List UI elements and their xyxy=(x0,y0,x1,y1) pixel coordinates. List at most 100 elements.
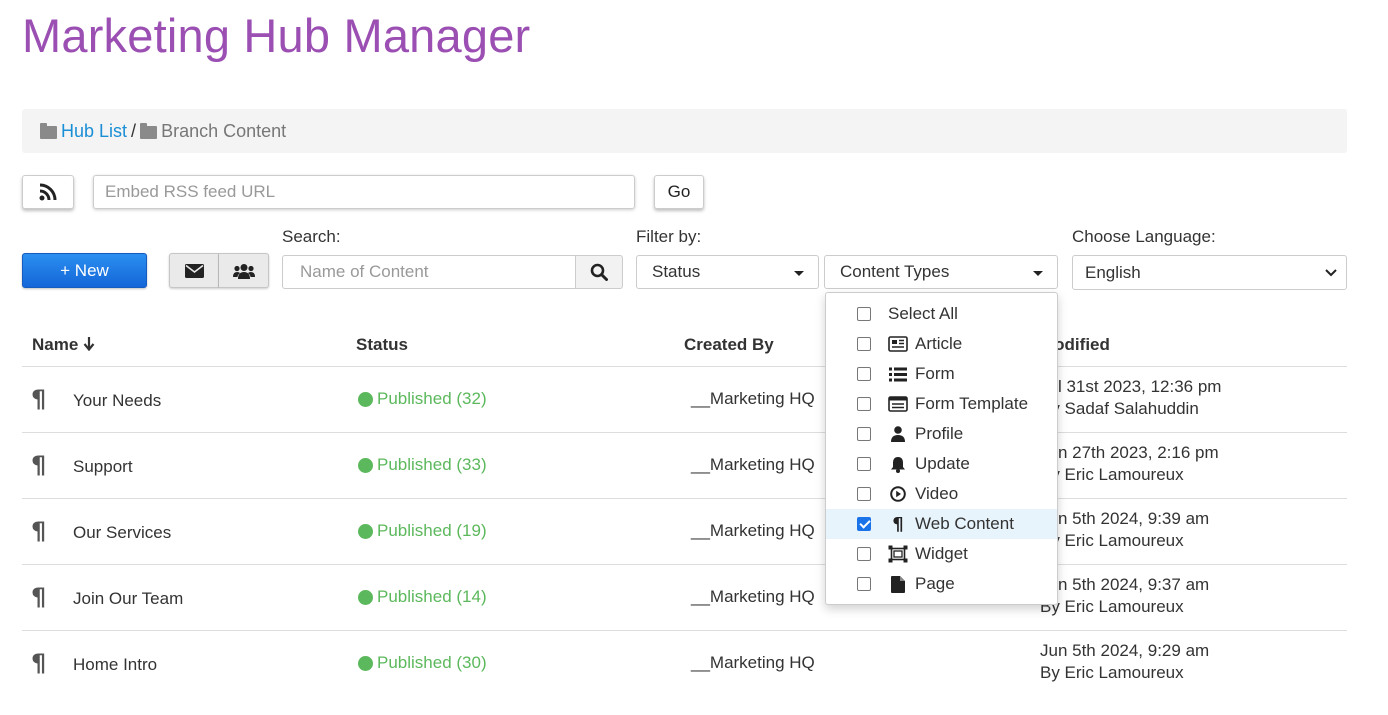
table-row[interactable]: ¶ Join Our Team Published (14) __Marketi… xyxy=(22,565,1347,631)
go-button[interactable]: Go xyxy=(654,175,704,209)
new-button[interactable]: + New xyxy=(22,253,147,288)
created-by: __Marketing HQ xyxy=(691,587,815,606)
status-dot-icon xyxy=(358,589,373,605)
table-row[interactable]: ¶ Your Needs Published (32) __Marketing … xyxy=(22,367,1347,433)
checkbox[interactable] xyxy=(857,367,871,381)
rss-icon xyxy=(39,183,57,201)
modified-date: Jun 5th 2024, 9:37 am xyxy=(1040,575,1210,594)
modified-date: Jun 5th 2024, 9:39 am xyxy=(1040,509,1210,528)
status-badge: Published (30) xyxy=(358,653,487,673)
column-header-name[interactable]: Name xyxy=(32,335,95,355)
checkbox[interactable] xyxy=(857,457,871,471)
checkbox[interactable] xyxy=(857,547,871,561)
paragraph-icon: ¶ xyxy=(31,517,47,545)
search-label: Search: xyxy=(282,227,341,246)
status-dot-icon xyxy=(358,457,373,473)
envelope-icon xyxy=(184,263,204,278)
bell-icon xyxy=(888,455,908,473)
search-input[interactable]: Name of Content xyxy=(282,255,576,289)
created-by: __Marketing HQ xyxy=(691,521,815,540)
menu-item-form-template[interactable]: Form Template xyxy=(826,389,1057,419)
content-name[interactable]: Our Services xyxy=(73,523,171,543)
menu-item-widget[interactable]: Widget xyxy=(826,539,1057,569)
paragraph-icon: ¶ xyxy=(892,513,904,535)
language-label: Choose Language: xyxy=(1072,227,1216,246)
user-icon xyxy=(888,425,908,443)
modified-by: By Sadaf Salahuddin xyxy=(1040,399,1199,418)
rss-feed-url-input[interactable]: Embed RSS feed URL xyxy=(93,175,635,209)
arrow-down-icon xyxy=(83,337,95,352)
menu-item-web-content[interactable]: ¶ Web Content xyxy=(826,509,1057,539)
checkbox[interactable] xyxy=(857,397,871,411)
paragraph-icon: ¶ xyxy=(31,583,47,611)
table-row[interactable]: ¶ Home Intro Published (30) __Marketing … xyxy=(22,631,1347,697)
modified-date: Jun 27th 2023, 2:16 pm xyxy=(1040,443,1219,462)
status-dot-icon xyxy=(358,391,373,407)
created-by: __Marketing HQ xyxy=(691,653,815,672)
file-icon xyxy=(888,575,908,593)
play-circle-icon xyxy=(888,485,908,503)
status-badge: Published (19) xyxy=(358,521,487,541)
created-by: __Marketing HQ xyxy=(691,389,815,408)
content-name[interactable]: Your Needs xyxy=(73,391,161,411)
modified-by: By Eric Lamoureux xyxy=(1040,597,1184,616)
filter-label: Filter by: xyxy=(636,227,702,246)
checkbox-checked[interactable] xyxy=(857,517,871,531)
checkbox[interactable] xyxy=(857,577,871,591)
menu-item-video[interactable]: Video xyxy=(826,479,1057,509)
caret-down-icon xyxy=(794,271,804,276)
search-button[interactable] xyxy=(575,255,623,289)
folder-icon xyxy=(140,122,158,139)
page-title: Marketing Hub Manager xyxy=(22,9,531,62)
paragraph-icon: ¶ xyxy=(31,385,47,413)
content-name[interactable]: Home Intro xyxy=(73,655,157,675)
modified-by: By Eric Lamoureux xyxy=(1040,663,1184,682)
checkbox[interactable] xyxy=(857,337,871,351)
menu-item-profile[interactable]: Profile xyxy=(826,419,1057,449)
widget-icon xyxy=(888,545,908,563)
paragraph-icon: ¶ xyxy=(31,451,47,479)
modified-by: By Eric Lamoureux xyxy=(1040,531,1184,550)
breadcrumb-hub-list-link[interactable]: Hub List xyxy=(61,121,127,142)
status-dot-icon xyxy=(358,523,373,539)
table-row[interactable]: ¶ Our Services Published (19) __Marketin… xyxy=(22,499,1347,565)
rss-button[interactable] xyxy=(22,175,74,209)
newspaper-icon xyxy=(888,335,908,353)
checkbox[interactable] xyxy=(857,427,871,441)
modified-date: Jul 31st 2023, 12:36 pm xyxy=(1040,377,1222,396)
status-filter-dropdown[interactable]: Status xyxy=(636,255,819,289)
breadcrumb-current: Branch Content xyxy=(161,120,287,141)
paragraph-icon: ¶ xyxy=(31,649,47,677)
list-icon xyxy=(888,365,908,383)
menu-item-update[interactable]: Update xyxy=(826,449,1057,479)
checkbox[interactable] xyxy=(857,307,871,321)
folder-icon xyxy=(40,122,57,139)
menu-item-select-all[interactable]: Select All xyxy=(826,299,1057,329)
content-name[interactable]: Support xyxy=(73,457,133,477)
language-value: English xyxy=(1085,262,1141,282)
content-types-dropdown[interactable]: Content Types xyxy=(824,255,1058,289)
status-badge: Published (14) xyxy=(358,587,487,607)
status-badge: Published (33) xyxy=(358,455,487,475)
content-name[interactable]: Join Our Team xyxy=(73,589,183,609)
users-button[interactable] xyxy=(219,253,269,288)
checkbox[interactable] xyxy=(857,487,871,501)
users-icon xyxy=(232,263,255,279)
column-header-status[interactable]: Status xyxy=(356,335,408,355)
status-badge: Published (32) xyxy=(358,389,487,409)
content-types-menu: Select All Article Form Form Template Pr… xyxy=(825,292,1058,605)
form-template-icon xyxy=(888,395,908,413)
caret-down-icon xyxy=(1033,271,1043,276)
status-dot-icon xyxy=(358,655,373,671)
created-by: __Marketing HQ xyxy=(691,455,815,474)
language-select[interactable]: English xyxy=(1072,255,1347,290)
menu-item-page[interactable]: Page xyxy=(826,569,1057,599)
table-row[interactable]: ¶ Support Published (33) __Marketing HQ … xyxy=(22,433,1347,499)
menu-item-article[interactable]: Article xyxy=(826,329,1057,359)
column-header-created-by[interactable]: Created By xyxy=(684,335,774,355)
content-types-label: Content Types xyxy=(840,262,950,281)
email-button[interactable] xyxy=(169,253,219,288)
menu-item-form[interactable]: Form xyxy=(826,359,1057,389)
status-filter-label: Status xyxy=(652,262,701,281)
chevron-down-icon xyxy=(1325,269,1337,277)
